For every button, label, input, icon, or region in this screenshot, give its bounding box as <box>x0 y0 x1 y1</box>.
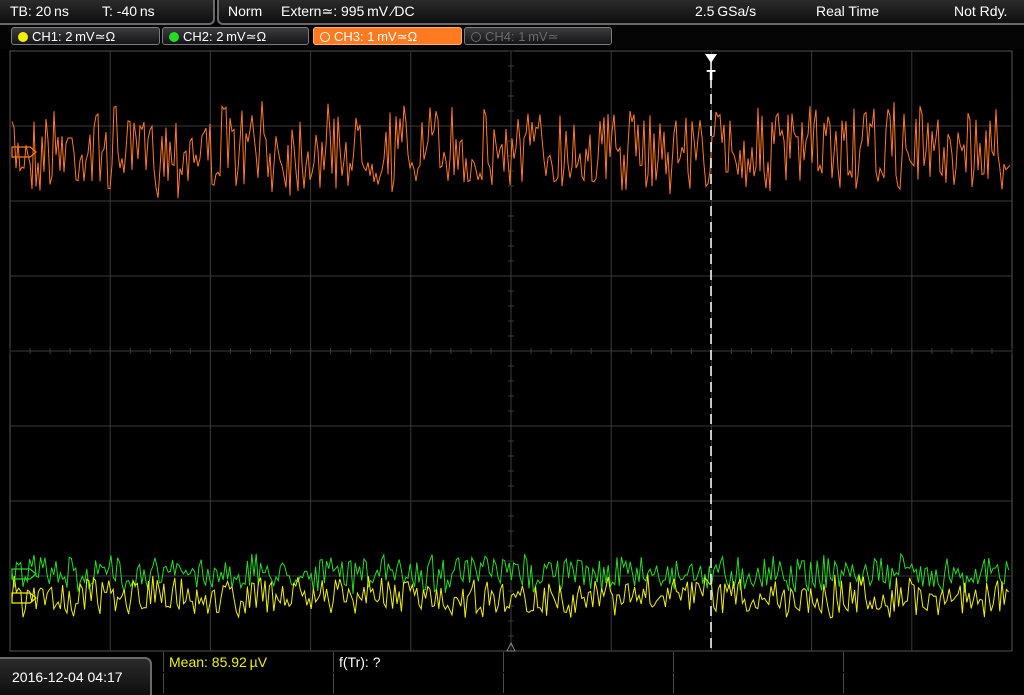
channel-bar: CH1: 2 mV≃Ω CH2: 2 mV≃Ω CH3: 1 mV≃Ω CH4:… <box>0 25 1024 49</box>
channel-2-dot-icon <box>169 32 179 42</box>
timebase-panel[interactable]: TB: 20 ns T: -40 ns <box>0 0 215 25</box>
channel-2-button[interactable]: CH2: 2 mV≃Ω <box>162 27 309 45</box>
channel-2-label: CH2: 2 mV≃Ω <box>183 29 267 44</box>
datetime-panel: 2016-12-04 04:17 <box>0 657 152 695</box>
measurement-slot-9[interactable] <box>673 673 843 693</box>
measurement-slot-10[interactable] <box>843 673 1024 693</box>
channel-4-label: CH4: 1 mV≃ <box>485 29 559 44</box>
channel-1-label: CH1: 2 mV≃Ω <box>32 29 116 44</box>
timebase-readout[interactable]: TB: 20 ns <box>10 0 69 23</box>
measurement-slot-3[interactable] <box>503 652 673 672</box>
sample-rate[interactable]: 2.5 GSa/s <box>695 0 756 23</box>
svg-text:T: T <box>707 69 716 84</box>
channel-4-button[interactable]: CH4: 1 mV≃ <box>464 27 612 45</box>
measurement-slot-7[interactable] <box>333 673 503 693</box>
mean-measurement[interactable]: Mean: 85.92 µV <box>163 652 333 672</box>
trigger-time-readout[interactable]: T: -40 ns <box>102 0 155 23</box>
measurement-panel[interactable]: Mean: 85.92 µV f(Tr): ? <box>163 652 1024 695</box>
acquisition-mode[interactable]: Real Time <box>816 0 879 23</box>
waveform-display[interactable]: T <box>0 50 1024 652</box>
measurement-slot-5[interactable] <box>843 652 1024 672</box>
channel-4-dot-icon <box>471 32 481 42</box>
trigger-source[interactable]: Extern≃: 995 mV ∕DC <box>281 0 415 23</box>
rise-frequency-measurement[interactable]: f(Tr): ? <box>333 652 503 672</box>
measurement-slot-8[interactable] <box>503 673 673 693</box>
channel-3-dot-icon <box>320 32 330 42</box>
channel-3-button[interactable]: CH3: 1 mV≃Ω <box>313 27 462 45</box>
channel-1-button[interactable]: CH1: 2 mV≃Ω <box>11 27 160 45</box>
trigger-panel[interactable]: Norm Extern≃: 995 mV ∕DC 2.5 GSa/s Real … <box>217 0 1024 25</box>
channel-1-dot-icon <box>18 32 28 42</box>
acquisition-status: Not Rdy. <box>954 3 1008 19</box>
datetime-readout: 2016-12-04 04:17 <box>12 669 123 685</box>
measurement-slot-4[interactable] <box>673 652 843 672</box>
trigger-mode[interactable]: Norm <box>228 0 262 23</box>
measurement-slot-6[interactable] <box>163 673 333 693</box>
channel-3-label: CH3: 1 mV≃Ω <box>334 29 418 44</box>
